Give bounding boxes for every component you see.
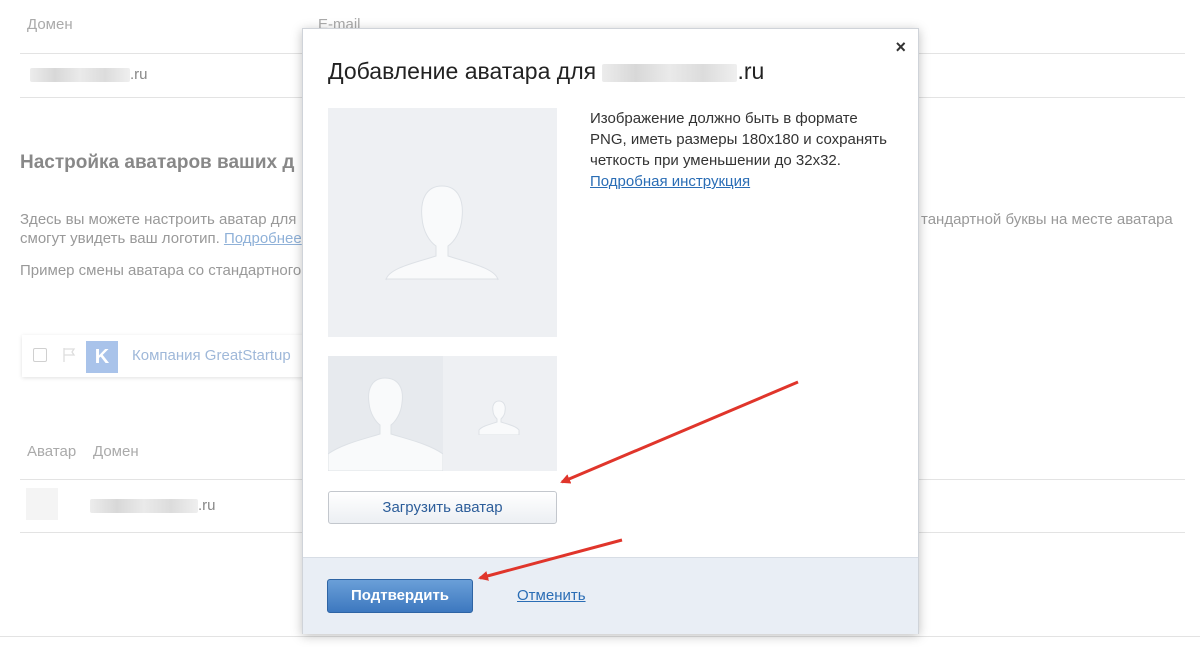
add-avatar-dialog: × Добавление аватара для .ru Изображение… [302,28,919,634]
upload-avatar-button[interactable]: Загрузить аватар [328,491,557,524]
section-title: Настройка аватаров ваших д [20,152,295,173]
details-link[interactable]: Подробнее [224,230,302,247]
close-icon[interactable]: × [895,37,906,57]
example-text: Пример смены аватара со стандартного [20,262,302,279]
redacted-text [602,63,738,82]
avatar-placeholder-icon [385,185,499,281]
redacted-text [90,498,198,513]
avatar-placeholder-icon [327,377,444,472]
cancel-link[interactable]: Отменить [517,587,586,604]
example-company-name: Компания GreatStartup [132,347,291,364]
avatar-cell [26,488,58,520]
instructions-link[interactable]: Подробная инструкция [590,173,750,190]
table-row-domain: .ru [30,66,148,84]
redacted-text [30,67,130,82]
description-text-right: тандартной буквы на месте аватара [921,211,1173,228]
avatar-requirements: Изображение должно быть в формате PNG, и… [590,108,895,192]
company-logo-icon: K [86,341,118,373]
table-header-domain-2: Домен [93,443,139,460]
table-header-avatar: Аватар [27,443,77,460]
flag-icon [63,348,76,362]
example-mail-row: K Компания GreatStartup [22,335,307,377]
avatar-preview-small [327,356,557,472]
table-header-domain: Домен [27,16,73,33]
confirm-button[interactable]: Подтвердить [327,579,473,613]
description-text-2: смогут увидеть ваш логотип. Подробнее [20,230,302,247]
checkbox-icon [33,348,47,362]
dialog-title: Добавление аватара для .ru [328,58,765,84]
dialog-footer: Подтвердить Отменить [303,557,918,634]
divider [0,636,1200,637]
table-row-domain-2: .ru [90,497,216,515]
avatar-preview-large [328,108,557,337]
avatar-placeholder-icon [478,400,520,435]
requirements-text: Изображение должно быть в формате PNG, и… [590,110,887,169]
description-text: Здесь вы можете настроить аватар для [20,211,297,228]
